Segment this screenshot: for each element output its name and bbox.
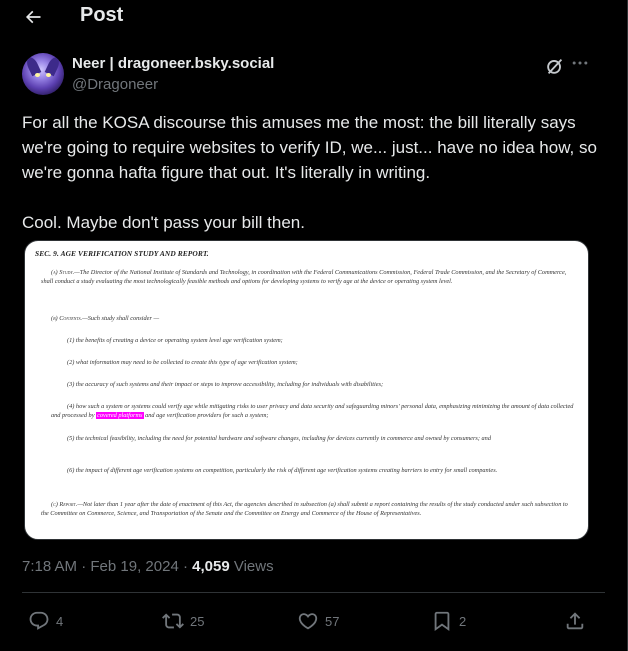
share-button[interactable] [564, 610, 586, 632]
like-button[interactable]: 57 [297, 610, 339, 632]
heart-icon [298, 613, 318, 630]
views-count: 4,059 [192, 558, 230, 575]
post-date[interactable]: Feb 19, 2024 [90, 558, 178, 575]
document-item-1: (1) the benefits of creating a device or… [67, 337, 283, 344]
document-section-b: (b) Contents.—Such study shall consider … [51, 315, 160, 322]
top-bar: Post [0, 0, 627, 34]
reply-icon [29, 611, 49, 630]
bookmark-count: 2 [459, 613, 467, 629]
highlighted-text: covered platforms [96, 411, 144, 419]
page-title: Post [80, 4, 124, 26]
document-heading: SEC. 9. AGE VERIFICATION STUDY AND REPOR… [35, 249, 209, 258]
author-handle[interactable]: @Dragoneer [72, 76, 158, 93]
repost-count: 25 [190, 613, 205, 629]
reply-button[interactable]: 4 [28, 610, 63, 632]
tweet-paragraph-1: For all the KOSA discourse this amuses m… [22, 113, 597, 182]
author-display-name[interactable]: Neer | dragoneer.bsky.social [72, 55, 274, 72]
views-label: Views [233, 558, 274, 575]
back-button[interactable] [18, 2, 48, 32]
document-item-2: (2) what information may need to be coll… [67, 359, 298, 366]
reply-count: 4 [56, 613, 64, 629]
bookmark-button[interactable]: 2 [431, 610, 466, 632]
more-options-icon[interactable] [568, 53, 592, 77]
document-section-c: (c) Report.—Not later than 1 year after … [41, 501, 568, 517]
repost-button[interactable]: 25 [162, 610, 204, 632]
avatar[interactable] [22, 53, 64, 95]
tweet-paragraph-2: Cool. Maybe don't pass your bill then. [22, 213, 305, 232]
post-time[interactable]: 7:18 AM [22, 558, 77, 575]
divider [22, 592, 605, 593]
grok-icon[interactable] [544, 55, 566, 77]
document-item-3: (3) the accuracy of such systems and the… [67, 381, 384, 388]
document-item-5: (5) the technical feasibility, including… [67, 435, 491, 442]
share-icon [566, 612, 584, 630]
document-item-6: (6) the impact of different age verifica… [67, 467, 498, 474]
bookmark-icon [434, 611, 450, 632]
arrow-left-icon [25, 10, 41, 24]
like-count: 57 [325, 613, 340, 629]
document-item-4: (4) how such a system or systems could v… [51, 403, 574, 419]
document-section-a: (a) Study.—The Director of the National … [41, 269, 567, 285]
tweet-text: For all the KOSA discourse this amuses m… [22, 110, 597, 235]
post-metadata: 7:18 AM · Feb 19, 2024 · 4,059 Views [22, 558, 274, 575]
attached-image-document[interactable]: SEC. 9. AGE VERIFICATION STUDY AND REPOR… [24, 240, 589, 540]
repost-icon [162, 613, 184, 629]
